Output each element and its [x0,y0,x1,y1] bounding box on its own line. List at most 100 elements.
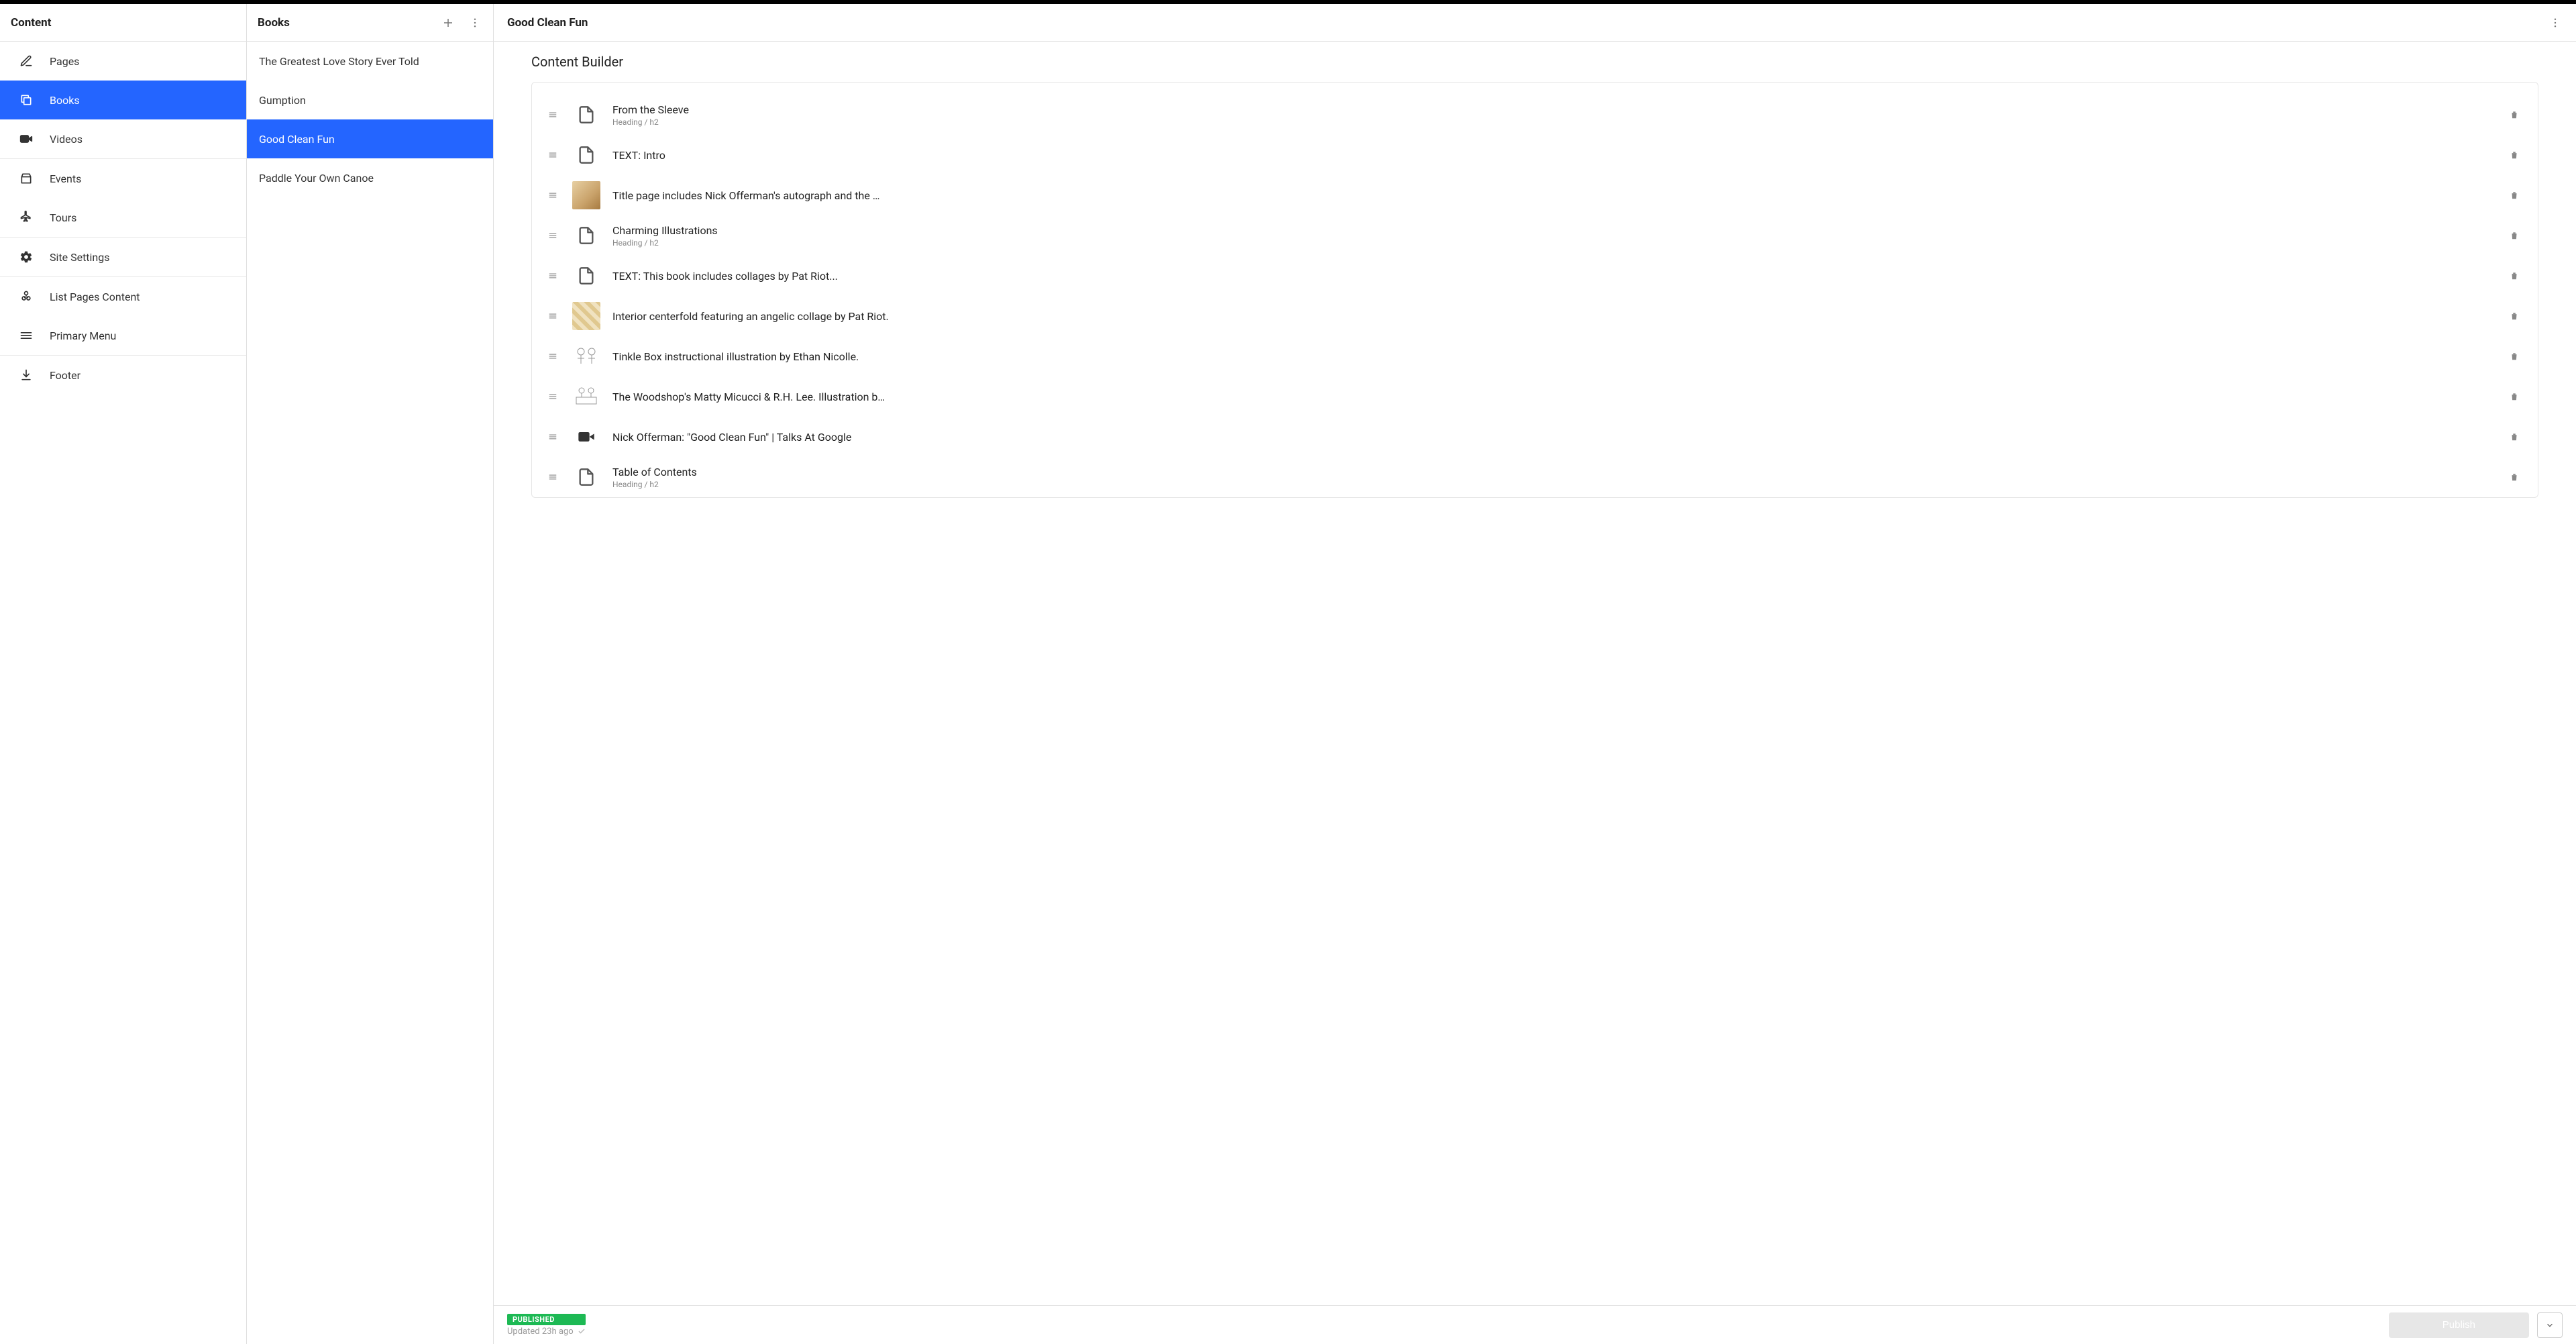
document-icon [572,262,600,290]
updated-timestamp: Updated 23h ago [507,1327,586,1337]
detail-more-menu[interactable] [2548,15,2563,30]
row-title: Table of Contents [612,466,2498,478]
drag-handle-icon[interactable] [548,352,560,361]
sidebar-item-label: Events [50,172,81,185]
image-thumbnail [572,302,600,330]
row-title: The Woodshop's Matty Micucci & R.H. Lee.… [612,391,2498,403]
sidebar-item-tours[interactable]: Tours [0,198,246,237]
sidebar-item-footer[interactable]: Footer [0,356,246,395]
drag-handle-icon[interactable] [548,231,560,240]
delete-row-button[interactable] [2510,110,2522,119]
builder-row[interactable]: Tinkle Box instructional illustration by… [548,336,2522,376]
row-title: TEXT: Intro [612,149,2498,162]
builder-row[interactable]: TEXT: Intro [548,135,2522,175]
status-badge: PUBLISHED [507,1314,586,1325]
list-item[interactable]: Good Clean Fun [247,119,493,158]
updated-text: Updated 23h ago [507,1327,574,1337]
detail-panel: Good Clean Fun Content Builder From the … [494,4,2576,1344]
video-icon [19,132,34,146]
delete-row-button[interactable] [2510,392,2522,401]
delete-row-button[interactable] [2510,150,2522,160]
image-thumbnail [572,342,600,370]
delete-row-button[interactable] [2510,231,2522,240]
list-actions [441,15,482,30]
copy-icon [19,93,34,107]
row-text: From the SleeveHeading / h2 [612,103,2498,127]
delete-row-button[interactable] [2510,271,2522,280]
drag-handle-icon[interactable] [548,150,560,160]
sidebar-list: Pages Books Videos Events Tours Site Settings… [0,42,246,1344]
image-thumbnail [572,181,600,209]
add-book-button[interactable] [441,15,455,30]
row-title: Title page includes Nick Offerman's auto… [612,189,2498,202]
list-item[interactable]: Paddle Your Own Canoe [247,158,493,197]
sidebar-item-label: Pages [50,55,79,68]
row-title: From the Sleeve [612,103,2498,116]
row-title: Tinkle Box instructional illustration by… [612,350,2498,363]
drag-handle-icon[interactable] [548,271,560,280]
drag-handle-icon[interactable] [548,191,560,200]
sidebar-item-label: List Pages Content [50,291,140,303]
publish-button[interactable]: Publish [2389,1312,2529,1338]
row-title: TEXT: This book includes collages by Pat… [612,270,2498,282]
row-text: Tinkle Box instructional illustration by… [612,350,2498,363]
detail-header: Good Clean Fun [494,4,2576,42]
sidebar-item-label: Site Settings [50,251,110,264]
sidebar-item-pages[interactable]: Pages [0,42,246,81]
list-title: Books [258,16,441,30]
sidebar-item-primary-menu[interactable]: Primary Menu [0,316,246,355]
drag-handle-icon[interactable] [548,432,560,442]
drag-handle-icon[interactable] [548,392,560,401]
drag-handle-icon[interactable] [548,311,560,321]
list-item[interactable]: Gumption [247,81,493,119]
publish-more-button[interactable] [2537,1312,2563,1338]
drag-handle-icon[interactable] [548,472,560,482]
row-title: Interior centerfold featuring an angelic… [612,310,2498,323]
row-text: Interior centerfold featuring an angelic… [612,310,2498,323]
sidebar-item-label: Videos [50,133,83,146]
builder-row[interactable]: Charming IllustrationsHeading / h2 [548,215,2522,256]
publish-bar: PUBLISHED Updated 23h ago Publish [494,1305,2576,1344]
sidebar-item-label: Footer [50,369,80,382]
video-icon [572,423,600,451]
delete-row-button[interactable] [2510,432,2522,442]
delete-row-button[interactable] [2510,311,2522,321]
sidebar-item-site-settings[interactable]: Site Settings [0,238,246,276]
airplane-icon [19,210,34,225]
list-more-menu[interactable] [468,15,482,30]
document-icon [572,463,600,491]
drag-handle-icon[interactable] [548,110,560,119]
builder-row[interactable]: Interior centerfold featuring an angelic… [548,296,2522,336]
document-icon [572,221,600,250]
delete-row-button[interactable] [2510,191,2522,200]
sidebar-item-list-pages-content[interactable]: List Pages Content [0,277,246,316]
delete-row-button[interactable] [2510,352,2522,361]
app-root: Content PagesBooksVideosEventsToursSite … [0,4,2576,1344]
row-text: TEXT: Intro [612,149,2498,162]
content-sidebar: Content PagesBooksVideosEventsToursSite … [0,4,247,1344]
builder-row[interactable]: From the SleeveHeading / h2 [548,95,2522,135]
image-thumbnail [572,382,600,411]
builder-row[interactable]: Title page includes Nick Offerman's auto… [548,175,2522,215]
sidebar-item-label: Tours [50,211,76,224]
sidebar-item-videos[interactable]: Videos [0,119,246,158]
builder-row[interactable]: Nick Offerman: "Good Clean Fun" | Talks … [548,417,2522,457]
builder-row[interactable]: The Woodshop's Matty Micucci & R.H. Lee.… [548,376,2522,417]
content-builder-heading: Content Builder [531,54,2538,70]
publish-status-block: PUBLISHED Updated 23h ago [507,1314,586,1337]
list-header: Books [247,4,493,42]
link-chain-icon [19,289,34,304]
row-subtitle: Heading / h2 [612,238,2498,248]
sidebar-item-events[interactable]: Events [0,159,246,198]
builder-row[interactable]: Table of ContentsHeading / h2 [548,457,2522,497]
delete-row-button[interactable] [2510,472,2522,482]
gear-icon [19,250,34,264]
sidebar-item-books[interactable]: Books [0,81,246,119]
row-text: The Woodshop's Matty Micucci & R.H. Lee.… [612,391,2498,403]
builder-row[interactable]: TEXT: This book includes collages by Pat… [548,256,2522,296]
detail-body: Content Builder From the SleeveHeading /… [494,42,2576,1305]
row-subtitle: Heading / h2 [612,117,2498,127]
content-builder-card: From the SleeveHeading / h2TEXT: IntroTi… [531,82,2538,498]
list-item[interactable]: The Greatest Love Story Ever Told [247,42,493,81]
download-icon [19,368,34,382]
